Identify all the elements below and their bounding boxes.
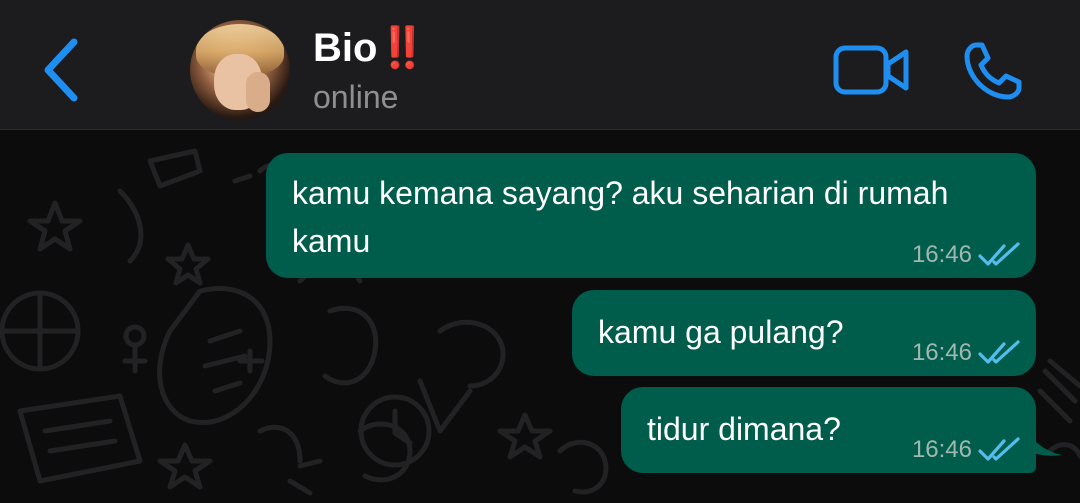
message-list[interactable]: kamu kemana sayang? aku seharian di ruma… (0, 131, 1080, 503)
voice-call-button[interactable] (962, 40, 1026, 102)
message-time: 16:46 (911, 241, 972, 268)
chevron-left-icon (44, 38, 78, 102)
outgoing-message[interactable]: tidur dimana? 16:46 (621, 387, 1036, 473)
outgoing-message[interactable]: kamu ga pulang? 16:46 (572, 290, 1036, 376)
message-meta: 16:46 (912, 338, 1022, 368)
double-check-read-icon (978, 242, 1020, 266)
chat-screen: Bio‼️ online kamu kemana sayang? aku seh… (0, 0, 1080, 503)
message-text: tidur dimana? (647, 411, 841, 447)
message-text: kamu ga pulang? (598, 314, 844, 350)
message-time: 16:46 (911, 436, 972, 463)
double-check-read-icon (978, 437, 1020, 461)
contact-name-text: Bio (313, 26, 378, 70)
contact-avatar[interactable] (190, 20, 290, 120)
contact-status: online (313, 79, 399, 115)
outgoing-message[interactable]: kamu kemana sayang? aku seharian di ruma… (266, 153, 1036, 278)
double-check-read-icon (978, 340, 1020, 364)
double-exclamation-emoji: ‼️ (377, 26, 427, 70)
video-camera-icon (833, 45, 909, 95)
message-meta: 16:46 (912, 435, 1022, 465)
bubble-tail (1026, 427, 1062, 456)
message-meta: 16:46 (912, 240, 1022, 270)
message-text: kamu kemana sayang? aku seharian di ruma… (292, 175, 949, 259)
message-time: 16:46 (911, 339, 972, 366)
contact-name[interactable]: Bio‼️ (313, 25, 427, 71)
chat-header: Bio‼️ online (0, 0, 1080, 130)
phone-icon (964, 42, 1022, 100)
back-button[interactable] (36, 36, 88, 106)
video-call-button[interactable] (832, 44, 910, 96)
